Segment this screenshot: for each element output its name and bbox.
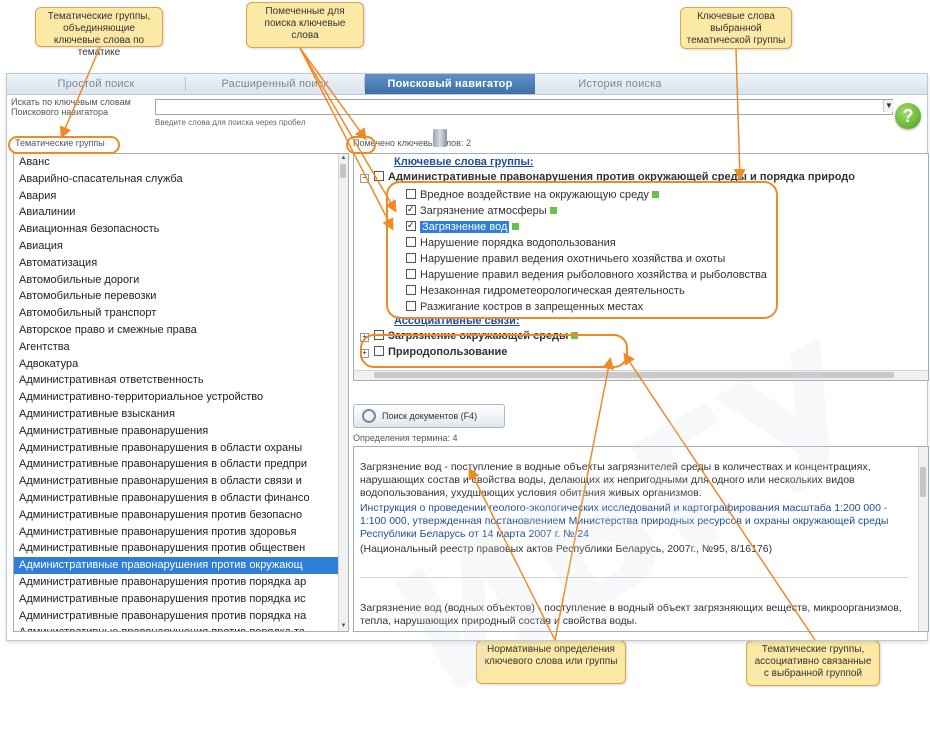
group-list-item[interactable]: Административные правонарушения в област… bbox=[14, 456, 348, 473]
definitions-divider bbox=[360, 577, 908, 578]
definition-1-source: (Национальный реестр правовых актов Респ… bbox=[360, 543, 773, 555]
marked-count-highlight bbox=[346, 136, 376, 154]
definitions-count: Определения термина: 4 bbox=[353, 433, 458, 443]
collapse-icon[interactable]: − bbox=[360, 174, 369, 183]
group-list-scrollbar[interactable]: ▲ ▼ bbox=[338, 154, 348, 631]
group-list-item[interactable]: Административные правонарушения bbox=[14, 423, 348, 440]
group-list-item[interactable]: Административные правонарушения против о… bbox=[14, 540, 348, 557]
magnifier-icon bbox=[362, 409, 376, 423]
group-list-item[interactable]: Авиалинии bbox=[14, 204, 348, 221]
scroll-down-icon[interactable]: ▼ bbox=[339, 622, 348, 631]
group-list-item[interactable]: Административные взыскания bbox=[14, 406, 348, 423]
group-list-item[interactable]: Адвокатура bbox=[14, 356, 348, 373]
group-checkbox[interactable] bbox=[374, 171, 384, 181]
group-list-item[interactable]: Административные правонарушения против з… bbox=[14, 524, 348, 541]
group-list-item[interactable]: Автомобильный транспорт bbox=[14, 305, 348, 322]
group-list-item[interactable]: Авторское право и смежные права bbox=[14, 322, 348, 339]
search-documents-button[interactable]: Поиск документов (F4) bbox=[353, 404, 505, 428]
group-list-item[interactable]: Административные правонарушения против п… bbox=[14, 624, 348, 631]
help-button[interactable]: ? bbox=[895, 103, 921, 129]
tab-simple-search[interactable]: Простой поиск bbox=[7, 74, 185, 94]
definition-1-text: Загрязнение вод - поступление в водные о… bbox=[360, 461, 871, 499]
group-list-item[interactable]: Административные правонарушения против п… bbox=[14, 591, 348, 608]
group-list-item[interactable]: Автомобильные дороги bbox=[14, 272, 348, 289]
callout-associated-groups: Тематические группы, ассоциативно связан… bbox=[746, 640, 880, 686]
search-label: Искать по ключевым словам Поискового нав… bbox=[11, 97, 131, 117]
group-list-item[interactable]: Аванс bbox=[14, 154, 348, 171]
definition-2-text: Загрязнение вод (водных объектов) - пост… bbox=[360, 602, 902, 627]
group-list-item[interactable]: Агентства bbox=[14, 339, 348, 356]
thematic-group-list[interactable]: Аванс Аварийно-спасательная служба Авария А… bbox=[13, 153, 349, 632]
keywords-highlight bbox=[386, 181, 778, 319]
search-documents-label: Поиск документов (F4) bbox=[382, 411, 478, 421]
callout-group-keywords: Ключевые слова выбранной тематической гр… bbox=[680, 7, 792, 49]
callout-marked-keywords: Помеченные для поиска ключевые слова bbox=[246, 2, 364, 48]
group-list-item[interactable]: Административная ответственность bbox=[14, 372, 348, 389]
group-list-item[interactable]: Административные правонарушения против п… bbox=[14, 574, 348, 591]
tab-advanced-search[interactable]: Расширенный поиск bbox=[186, 74, 364, 94]
group-list-item[interactable]: Административные правонарушения в област… bbox=[14, 490, 348, 507]
group-list-item[interactable]: Административно-территориальное устройст… bbox=[14, 389, 348, 406]
group-list-item[interactable]: Административные правонарушения против о… bbox=[14, 557, 348, 574]
callout-normative-definitions: Нормативные определения ключевого слова … bbox=[476, 640, 626, 684]
group-list-item[interactable]: Автомобильные перевозки bbox=[14, 288, 348, 305]
tab-bar: Простой поиск Расширенный поиск Поисковы… bbox=[7, 74, 927, 95]
group-list-item[interactable]: Административные правонарушения против п… bbox=[14, 608, 348, 625]
group-list-item[interactable]: Авиационная безопасность bbox=[14, 221, 348, 238]
scroll-thumb[interactable] bbox=[920, 467, 926, 497]
tab-search-navigator[interactable]: Поисковый навигатор bbox=[365, 74, 535, 94]
associations-highlight bbox=[360, 334, 628, 368]
search-input[interactable] bbox=[155, 99, 893, 115]
group-list-item[interactable]: Авария bbox=[14, 188, 348, 205]
keywords-header: Ключевые слова группы: bbox=[394, 156, 534, 168]
tab-search-history[interactable]: История поиска bbox=[535, 74, 705, 94]
group-list-item[interactable]: Авиация bbox=[14, 238, 348, 255]
scroll-up-icon[interactable]: ▲ bbox=[339, 154, 348, 163]
group-list-item[interactable]: Административные правонарушения в област… bbox=[14, 473, 348, 490]
trash-icon[interactable] bbox=[433, 129, 447, 147]
search-dropdown-button[interactable]: ▼ bbox=[883, 100, 894, 112]
definition-1-link[interactable]: Инструкция о проведении геолого-экологич… bbox=[360, 502, 908, 541]
search-hint: Введите слова для поиска через пробел bbox=[155, 118, 306, 127]
scroll-thumb[interactable] bbox=[374, 372, 894, 378]
group-list-item[interactable]: Автоматизация bbox=[14, 255, 348, 272]
scroll-thumb[interactable] bbox=[340, 164, 346, 178]
group-list-item[interactable]: Административные правонарушения против б… bbox=[14, 507, 348, 524]
keyword-hscrollbar[interactable] bbox=[354, 370, 928, 380]
thematic-groups-highlight bbox=[8, 136, 120, 154]
group-list-item[interactable]: Административные правонарушения в област… bbox=[14, 440, 348, 457]
definitions-scrollbar[interactable] bbox=[918, 447, 928, 631]
group-list-item[interactable]: Аварийно-спасательная служба bbox=[14, 171, 348, 188]
callout-thematic-groups: Тематические группы, объединяющие ключев… bbox=[35, 7, 163, 58]
definitions-panel: Загрязнение вод - поступление в водные о… bbox=[353, 446, 929, 632]
